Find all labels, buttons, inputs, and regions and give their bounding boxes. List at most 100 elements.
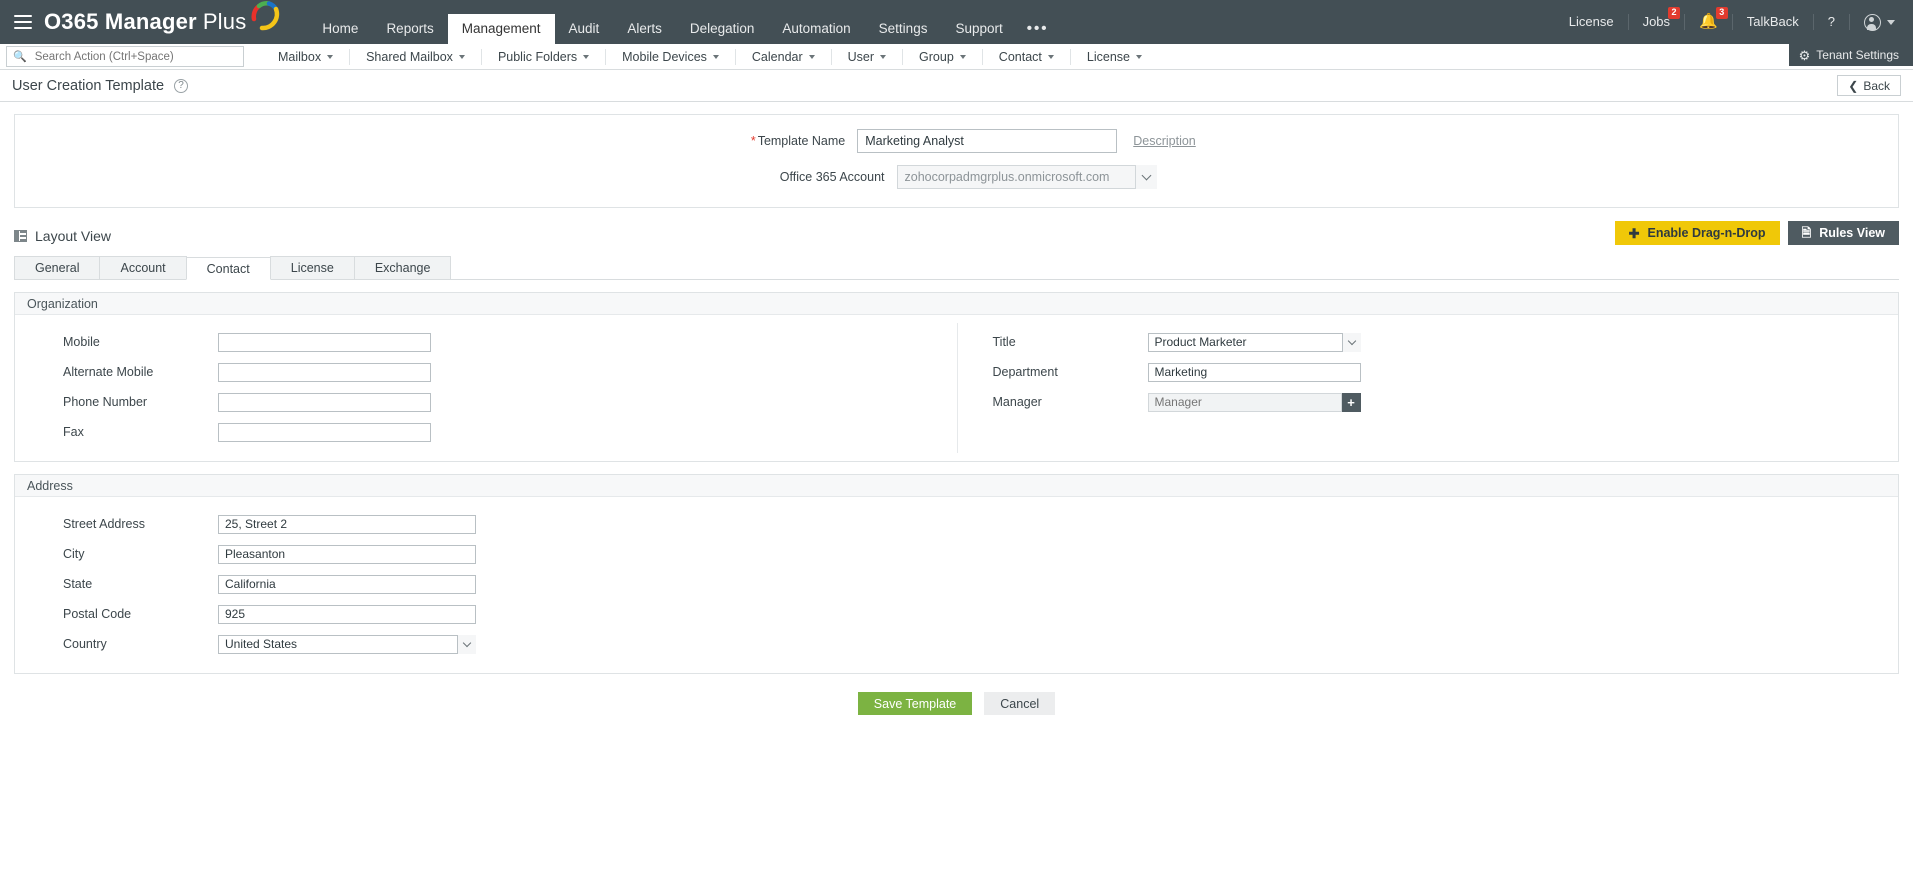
notifications-button[interactable]: 🔔 3 <box>1685 14 1733 30</box>
address-left-column: Street Address City State Postal Code Co… <box>15 509 957 659</box>
chevron-left-icon: ❮ <box>1848 79 1858 93</box>
back-label: Back <box>1863 79 1890 93</box>
search-input[interactable] <box>33 50 237 64</box>
chevron-down-icon[interactable] <box>457 635 476 654</box>
subnav-item-shared-mailbox[interactable]: Shared Mailbox <box>350 49 482 65</box>
user-account-menu[interactable] <box>1850 14 1905 31</box>
nav-item-home[interactable]: Home <box>308 14 372 44</box>
nav-item-settings[interactable]: Settings <box>865 14 942 44</box>
nav-item-automation[interactable]: Automation <box>768 14 864 44</box>
header-utility-area: License Jobs 2 🔔 3 TalkBack ? <box>1555 0 1905 44</box>
user-avatar-icon <box>1864 14 1881 31</box>
chevron-down-icon[interactable] <box>1135 165 1157 189</box>
street-address-input[interactable] <box>218 515 476 534</box>
field-row-street-address: Street Address <box>63 509 957 539</box>
organization-left-column: Mobile Alternate Mobile Phone Number Fax <box>15 327 957 447</box>
tab-account[interactable]: Account <box>99 256 186 279</box>
tenant-settings-button[interactable]: ⚙ Tenant Settings <box>1789 44 1913 66</box>
street-address-label: Street Address <box>63 517 218 531</box>
tab-general[interactable]: General <box>14 256 100 279</box>
talkback-link[interactable]: TalkBack <box>1733 14 1814 30</box>
layout-action-buttons: ✚ Enable Drag-n-Drop 🗎 Rules View <box>1615 221 1899 245</box>
fax-input[interactable] <box>218 423 431 442</box>
field-row-fax: Fax <box>63 417 957 447</box>
subnav-label: Contact <box>999 49 1042 65</box>
required-asterisk: * <box>751 134 756 148</box>
rules-view-button[interactable]: 🗎 Rules View <box>1788 221 1899 245</box>
subnav-item-contact[interactable]: Contact <box>983 49 1071 65</box>
subnav-label: License <box>1087 49 1130 65</box>
state-label: State <box>63 577 218 591</box>
subnav-item-license[interactable]: License <box>1071 49 1158 65</box>
organization-section: Organization Mobile Alternate Mobile Pho… <box>14 292 1899 462</box>
department-label: Department <box>993 365 1148 379</box>
subnav-item-group[interactable]: Group <box>903 49 983 65</box>
phone-number-input[interactable] <box>218 393 431 412</box>
office365-account-value[interactable] <box>897 165 1157 189</box>
template-name-label-text: Template Name <box>758 134 846 148</box>
nav-item-management[interactable]: Management <box>448 14 555 44</box>
subnav-item-public-folders[interactable]: Public Folders <box>482 49 606 65</box>
department-input[interactable] <box>1148 363 1361 382</box>
cancel-button[interactable]: Cancel <box>984 692 1055 715</box>
chevron-down-icon <box>1136 55 1142 59</box>
description-link[interactable]: Description <box>1133 134 1196 148</box>
subnav-item-user[interactable]: User <box>832 49 903 65</box>
title-label: Title <box>993 335 1148 349</box>
manager-input[interactable] <box>1148 393 1342 412</box>
jobs-label: Jobs <box>1643 14 1670 29</box>
chevron-down-icon[interactable] <box>1342 333 1361 352</box>
enable-drag-n-drop-button[interactable]: ✚ Enable Drag-n-Drop <box>1615 221 1780 245</box>
office365-account-select[interactable] <box>897 165 1157 189</box>
license-link[interactable]: License <box>1555 14 1629 30</box>
drag-drop-label: Enable Drag-n-Drop <box>1648 226 1766 240</box>
column-divider <box>957 323 958 453</box>
jobs-link[interactable]: Jobs 2 <box>1629 14 1685 30</box>
nav-item-alerts[interactable]: Alerts <box>613 14 676 44</box>
hamburger-menu-icon[interactable] <box>14 15 32 29</box>
field-row-mobile: Mobile <box>63 327 957 357</box>
chevron-down-icon <box>459 55 465 59</box>
title-value[interactable] <box>1148 333 1361 352</box>
back-button[interactable]: ❮ Back <box>1837 75 1901 96</box>
search-action-box[interactable]: 🔍 <box>6 46 244 67</box>
country-value[interactable] <box>218 635 476 654</box>
address-section: Address Street Address City State Postal… <box>14 474 1899 674</box>
plus-icon[interactable]: + <box>1342 393 1361 412</box>
help-button[interactable]: ? <box>1814 14 1850 30</box>
subnav-item-mailbox[interactable]: Mailbox <box>262 49 350 65</box>
address-section-heading: Address <box>15 475 1898 497</box>
nav-item-delegation[interactable]: Delegation <box>676 14 769 44</box>
save-template-button[interactable]: Save Template <box>858 692 972 715</box>
mobile-input[interactable] <box>218 333 431 352</box>
move-arrows-icon: ✚ <box>1629 227 1640 240</box>
tab-exchange[interactable]: Exchange <box>354 256 452 279</box>
nav-item-reports[interactable]: Reports <box>372 14 447 44</box>
title-select[interactable] <box>1148 333 1361 352</box>
question-mark-icon[interactable]: ? <box>174 79 188 93</box>
tab-license[interactable]: License <box>270 256 355 279</box>
postal-code-input[interactable] <box>218 605 476 624</box>
brand-name-bold: O365 Manager <box>44 9 197 35</box>
field-row-city: City <box>63 539 957 569</box>
template-name-input[interactable] <box>857 129 1117 153</box>
field-row-country: Country <box>63 629 957 659</box>
module-menu-list: Mailbox Shared Mailbox Public Folders Mo… <box>262 49 1158 65</box>
nav-item-audit[interactable]: Audit <box>555 14 614 44</box>
tab-contact[interactable]: Contact <box>186 257 271 280</box>
mobile-label: Mobile <box>63 335 218 349</box>
state-input[interactable] <box>218 575 476 594</box>
alternate-mobile-label: Alternate Mobile <box>63 365 218 379</box>
nav-item-support[interactable]: Support <box>941 14 1016 44</box>
subnav-item-calendar[interactable]: Calendar <box>736 49 832 65</box>
chevron-down-icon <box>1048 55 1054 59</box>
bell-icon: 🔔 <box>1699 13 1718 30</box>
organization-section-heading: Organization <box>15 293 1898 315</box>
address-section-body: Street Address City State Postal Code Co… <box>15 497 1898 673</box>
country-select[interactable] <box>218 635 476 654</box>
alternate-mobile-input[interactable] <box>218 363 431 382</box>
template-name-label: *Template Name <box>717 134 857 148</box>
city-input[interactable] <box>218 545 476 564</box>
subnav-item-mobile-devices[interactable]: Mobile Devices <box>606 49 736 65</box>
nav-item-more-icon[interactable]: ••• <box>1017 14 1059 44</box>
